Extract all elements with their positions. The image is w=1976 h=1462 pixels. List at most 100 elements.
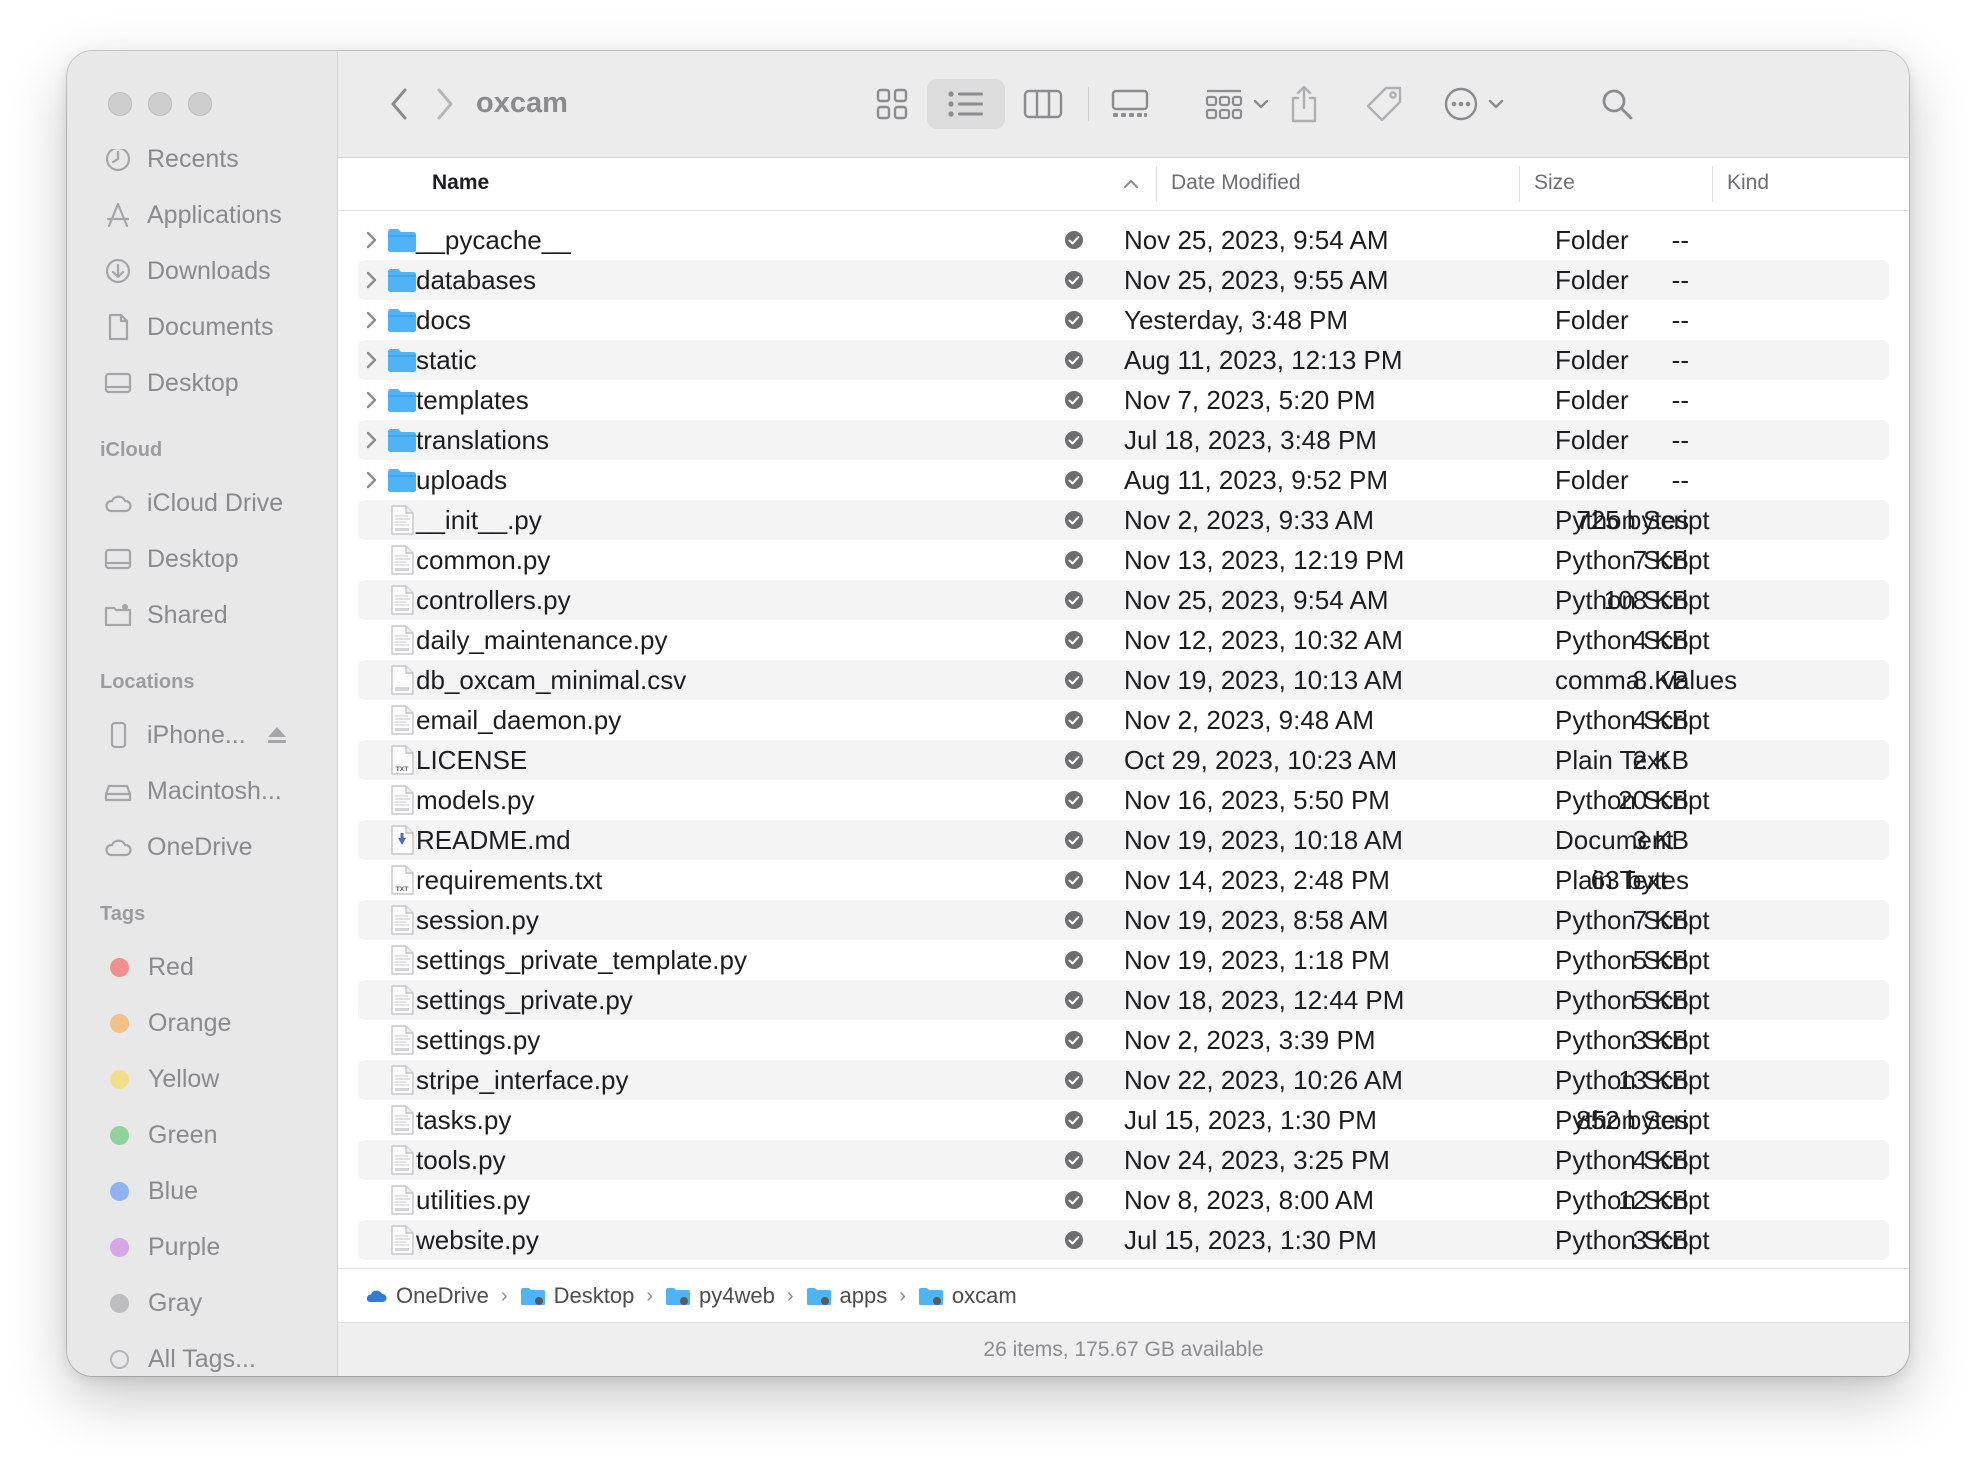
file-row[interactable]: TXT LICENSE Oct 29, 2023, 10:23 AM 2 KB Plai… <box>358 740 1889 780</box>
sidebar-item-purple[interactable]: Purple <box>67 1225 337 1269</box>
sidebar-item-shared[interactable]: Shared <box>67 593 337 637</box>
sync-status-icon <box>1065 551 1083 569</box>
file-row[interactable]: session.py Nov 19, 2023, 8:58 AM 7 KB Pytho… <box>358 900 1889 940</box>
file-row[interactable]: stripe_interface.py Nov 22, 2023, 10:26 A… <box>358 1060 1889 1100</box>
python-file-icon <box>386 1104 418 1136</box>
sidebar-item-macintosh[interactable]: Macintosh... <box>67 769 337 813</box>
file-name: email_daemon.py <box>416 705 622 735</box>
file-row[interactable]: docs Yesterday, 3:48 PM -- Folder <box>358 300 1889 340</box>
sidebar-item-recents[interactable]: Recents <box>67 149 337 181</box>
sidebar-item-orange[interactable]: Orange <box>67 1001 337 1045</box>
breadcrumb-py4web[interactable]: py4web <box>665 1283 775 1309</box>
back-button[interactable] <box>376 79 422 129</box>
disclosure-chevron-icon[interactable] <box>360 429 382 451</box>
breadcrumb-onedrive[interactable]: OneDrive <box>364 1283 489 1309</box>
file-row[interactable]: uploads Aug 11, 2023, 9:52 PM -- Folder <box>358 460 1889 500</box>
file-name: stripe_interface.py <box>416 1065 629 1095</box>
file-kind: Folder <box>1555 465 1629 495</box>
minimize-window-button[interactable] <box>148 92 172 116</box>
file-row[interactable]: settings_private.py Nov 18, 2023, 12:44 P… <box>358 980 1889 1020</box>
file-row[interactable]: tools.py Nov 24, 2023, 3:25 PM 4 KB Python … <box>358 1140 1889 1180</box>
file-row[interactable]: __init__.py Nov 2, 2023, 9:33 AM 725 bytes… <box>358 500 1889 540</box>
column-size[interactable]: Size <box>1534 171 1575 195</box>
file-row[interactable]: TXT requirements.txt Nov 14, 2023, 2:48 PM… <box>358 860 1889 900</box>
file-row[interactable]: db_oxcam_minimal.csv Nov 19, 2023, 10:13 … <box>358 660 1889 700</box>
disclosure-chevron-icon[interactable] <box>360 229 382 251</box>
sidebar-item-documents[interactable]: Documents <box>67 305 337 349</box>
file-row[interactable]: __pycache__ Nov 25, 2023, 9:54 AM -- Folder <box>358 220 1889 260</box>
sidebar-item-gray[interactable]: Gray <box>67 1281 337 1325</box>
file-row[interactable]: README.md Nov 19, 2023, 10:18 AM 3 KB Docum… <box>358 820 1889 860</box>
sidebar-item-iphone[interactable]: iPhone... <box>67 713 337 757</box>
tags-button[interactable] <box>1358 79 1410 129</box>
eject-icon[interactable] <box>266 724 288 746</box>
sidebar-item-red[interactable]: Red <box>67 945 337 989</box>
forward-button[interactable] <box>422 79 468 129</box>
file-row[interactable]: templates Nov 7, 2023, 5:20 PM -- Folder <box>358 380 1889 420</box>
icon-view-button[interactable] <box>863 79 921 129</box>
python-file-icon <box>386 944 418 976</box>
file-row[interactable]: controllers.py Nov 25, 2023, 9:54 AM 108 K… <box>358 580 1889 620</box>
sidebar-item-desktop[interactable]: Desktop <box>67 537 337 581</box>
sidebar-item-applications[interactable]: Applications <box>67 193 337 237</box>
file-kind: Python Script <box>1555 1065 1710 1095</box>
file-row[interactable]: static Aug 11, 2023, 12:13 PM -- Folder <box>358 340 1889 380</box>
group-by-button[interactable] <box>1196 79 1278 129</box>
file-kind: Folder <box>1555 425 1629 455</box>
file-date-modified: Nov 19, 2023, 8:58 AM <box>1124 905 1389 935</box>
folder-icon <box>386 384 418 416</box>
breadcrumb-oxcam[interactable]: oxcam <box>918 1283 1017 1309</box>
gallery-view-button[interactable] <box>1100 79 1160 129</box>
sidebar-item-downloads[interactable]: Downloads <box>67 249 337 293</box>
file-kind: Folder <box>1555 345 1629 375</box>
breadcrumb-desktop[interactable]: Desktop <box>520 1283 634 1309</box>
tag-color-dot-icon <box>110 1125 129 1145</box>
file-row[interactable]: databases Nov 25, 2023, 9:55 AM -- Folder <box>358 260 1889 300</box>
file-kind: Python Script <box>1555 1185 1710 1215</box>
file-row[interactable]: email_daemon.py Nov 2, 2023, 9:48 AM 4 KB P… <box>358 700 1889 740</box>
sidebar-item-desktop[interactable]: Desktop <box>67 361 337 405</box>
sidebar-item-yellow[interactable]: Yellow <box>67 1057 337 1101</box>
sidebar-item-onedrive[interactable]: OneDrive <box>67 825 337 869</box>
file-row[interactable]: daily_maintenance.py Nov 12, 2023, 10:32 … <box>358 620 1889 660</box>
cloud-icon <box>103 488 133 518</box>
file-date-modified: Aug 11, 2023, 12:13 PM <box>1124 345 1403 375</box>
sidebar-item-all-tags[interactable]: All Tags... <box>67 1337 337 1376</box>
disclosure-chevron-icon[interactable] <box>360 469 382 491</box>
disclosure-chevron-icon[interactable] <box>360 309 382 331</box>
search-button[interactable] <box>1592 79 1642 129</box>
file-row[interactable]: website.py Jul 15, 2023, 1:30 PM 3 KB Pytho… <box>358 1220 1889 1260</box>
share-button[interactable] <box>1279 79 1329 129</box>
column-view-button[interactable] <box>1014 79 1072 129</box>
breadcrumb-apps[interactable]: apps <box>806 1283 887 1309</box>
sync-status-icon <box>1065 791 1083 809</box>
column-divider[interactable] <box>1712 166 1713 202</box>
sidebar-item-blue[interactable]: Blue <box>67 1169 337 1213</box>
column-name[interactable]: Name <box>432 171 489 195</box>
close-window-button[interactable] <box>108 92 132 116</box>
python-file-icon <box>386 1144 418 1176</box>
more-actions-button[interactable] <box>1436 79 1512 129</box>
disclosure-chevron-icon[interactable] <box>360 389 382 411</box>
file-name: common.py <box>416 545 551 575</box>
column-divider[interactable] <box>1156 166 1157 202</box>
column-kind[interactable]: Kind <box>1727 171 1769 195</box>
disclosure-chevron-icon[interactable] <box>360 349 382 371</box>
list-view-button[interactable] <box>927 79 1005 129</box>
sidebar-section-heading: Tags <box>100 903 146 925</box>
column-date-modified[interactable]: Date Modified <box>1171 171 1301 195</box>
column-divider[interactable] <box>1519 166 1520 202</box>
disclosure-chevron-icon[interactable] <box>360 269 382 291</box>
file-row[interactable]: settings_private_template.py Nov 19, 2023… <box>358 940 1889 980</box>
file-row[interactable]: tasks.py Jul 15, 2023, 1:30 PM 852 bytes Py… <box>358 1100 1889 1140</box>
file-row[interactable]: models.py Nov 16, 2023, 5:50 PM 20 KB Pytho… <box>358 780 1889 820</box>
file-row[interactable]: settings.py Nov 2, 2023, 3:39 PM 3 KB Pytho… <box>358 1020 1889 1060</box>
file-row[interactable]: utilities.py Nov 8, 2023, 8:00 AM 12 KB Pyt… <box>358 1180 1889 1220</box>
zoom-window-button[interactable] <box>188 92 212 116</box>
file-row[interactable]: translations Jul 18, 2023, 3:48 PM -- Folde… <box>358 420 1889 460</box>
file-row[interactable]: common.py Nov 13, 2023, 12:19 PM 7 KB Pytho… <box>358 540 1889 580</box>
sidebar-item-icloud-drive[interactable]: iCloud Drive <box>67 481 337 525</box>
sidebar-item-green[interactable]: Green <box>67 1113 337 1157</box>
sidebar-item-label: Orange <box>148 1008 232 1037</box>
sidebar-list[interactable]: Recents Applications Downloads Documents Des… <box>67 149 337 1376</box>
